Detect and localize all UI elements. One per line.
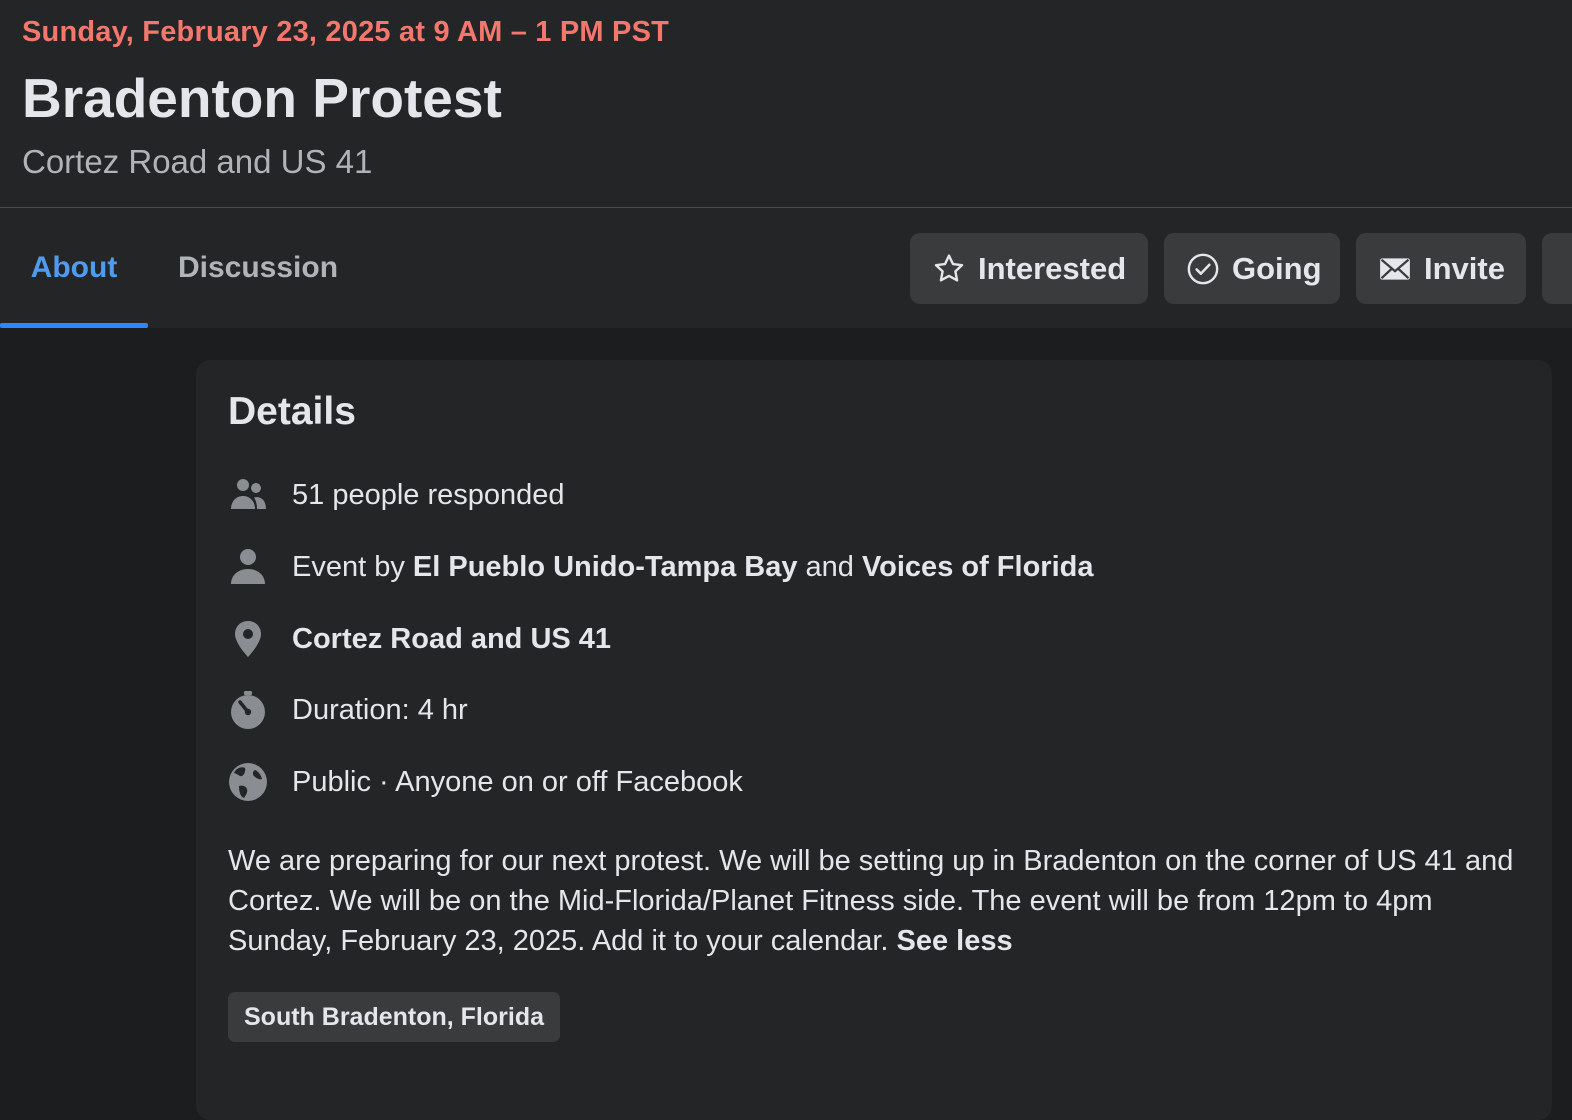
more-options-button[interactable]	[1542, 233, 1572, 304]
host-joiner: and	[797, 550, 862, 583]
people-icon	[228, 475, 268, 515]
host-prefix: Event by	[292, 550, 413, 583]
privacy-text: Public · Anyone on or off Facebook	[292, 765, 743, 798]
responded-text: 51 people responded	[292, 478, 565, 511]
see-less-link[interactable]: See less	[897, 925, 1013, 957]
duration-row: Duration: 4 hr	[228, 688, 468, 732]
going-button[interactable]: Going	[1164, 233, 1340, 304]
person-icon	[228, 547, 268, 587]
tab-discussion[interactable]: Discussion	[148, 208, 368, 328]
host-row: Event by El Pueblo Unido-Tampa Bay and V…	[228, 545, 1093, 589]
tab-about[interactable]: About	[0, 208, 148, 328]
duration-text: Duration: 4 hr	[292, 693, 468, 726]
invite-button[interactable]: Invite	[1356, 233, 1526, 304]
envelope-icon	[1378, 252, 1412, 286]
going-label: Going	[1232, 250, 1322, 286]
event-title: Bradenton Protest	[22, 67, 502, 129]
event-date: Sunday, February 23, 2025 at 9 AM – 1 PM…	[22, 16, 670, 48]
event-description: We are preparing for our next protest. W…	[228, 841, 1518, 961]
host-link-voices-of-florida[interactable]: Voices of Florida	[862, 551, 1094, 584]
event-location[interactable]: Cortez Road and US 41	[22, 143, 372, 181]
tab-discussion-label: Discussion	[177, 251, 339, 284]
interested-button[interactable]: Interested	[910, 233, 1148, 304]
event-tabbar: About Discussion Interested Going Invite	[0, 208, 1572, 328]
details-card: Details 51 people responded Event by El …	[196, 360, 1552, 1120]
place-link[interactable]: Cortez Road and US 41	[292, 623, 611, 656]
check-circle-icon	[1186, 252, 1220, 286]
host-link-el-pueblo[interactable]: El Pueblo Unido-Tampa Bay	[413, 551, 798, 584]
tab-about-label: About	[30, 251, 118, 284]
details-title: Details	[228, 390, 356, 433]
description-text: We are preparing for our next protest. W…	[228, 845, 1514, 957]
event-header: Sunday, February 23, 2025 at 9 AM – 1 PM…	[0, 0, 1572, 208]
responded-row[interactable]: 51 people responded	[228, 473, 565, 517]
globe-icon	[228, 762, 268, 802]
privacy-row: Public · Anyone on or off Facebook	[228, 760, 743, 804]
map-pin-icon	[228, 619, 268, 659]
star-icon	[932, 252, 966, 286]
stopwatch-icon	[228, 690, 268, 730]
invite-label: Invite	[1424, 250, 1505, 286]
location-tag[interactable]: South Bradenton, Florida	[228, 992, 560, 1042]
place-row[interactable]: Cortez Road and US 41	[228, 617, 611, 661]
interested-label: Interested	[978, 250, 1127, 286]
